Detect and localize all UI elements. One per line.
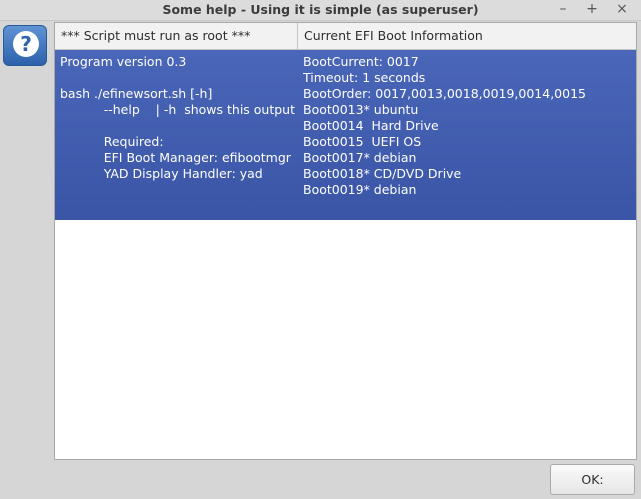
- maximize-icon[interactable]: +: [584, 1, 600, 17]
- help-dialog-window: Some help - Using it is simple (as super…: [0, 0, 641, 499]
- title-bar[interactable]: Some help - Using it is simple (as super…: [0, 0, 641, 21]
- column-header-efi-info[interactable]: Current EFI Boot Information: [298, 23, 636, 49]
- table-row[interactable]: Program version 0.3 bash ./efinewsort.sh…: [55, 50, 636, 220]
- ok-button[interactable]: OK:: [550, 464, 635, 495]
- question-mark-glyph: ?: [13, 31, 39, 57]
- efi-boot-info-cell: BootCurrent: 0017 Timeout: 1 seconds Boo…: [303, 54, 586, 197]
- window-title: Some help - Using it is simple (as super…: [162, 2, 479, 17]
- table-header: *** Script must run as root *** Current …: [55, 23, 636, 50]
- minimize-icon[interactable]: –: [555, 1, 571, 17]
- column-header-root-requirement[interactable]: *** Script must run as root ***: [55, 23, 298, 49]
- program-info-cell: Program version 0.3 bash ./efinewsort.sh…: [60, 54, 296, 181]
- info-table: *** Script must run as root *** Current …: [54, 22, 637, 460]
- close-icon[interactable]: ×: [614, 1, 630, 17]
- help-question-icon: ?: [3, 25, 47, 66]
